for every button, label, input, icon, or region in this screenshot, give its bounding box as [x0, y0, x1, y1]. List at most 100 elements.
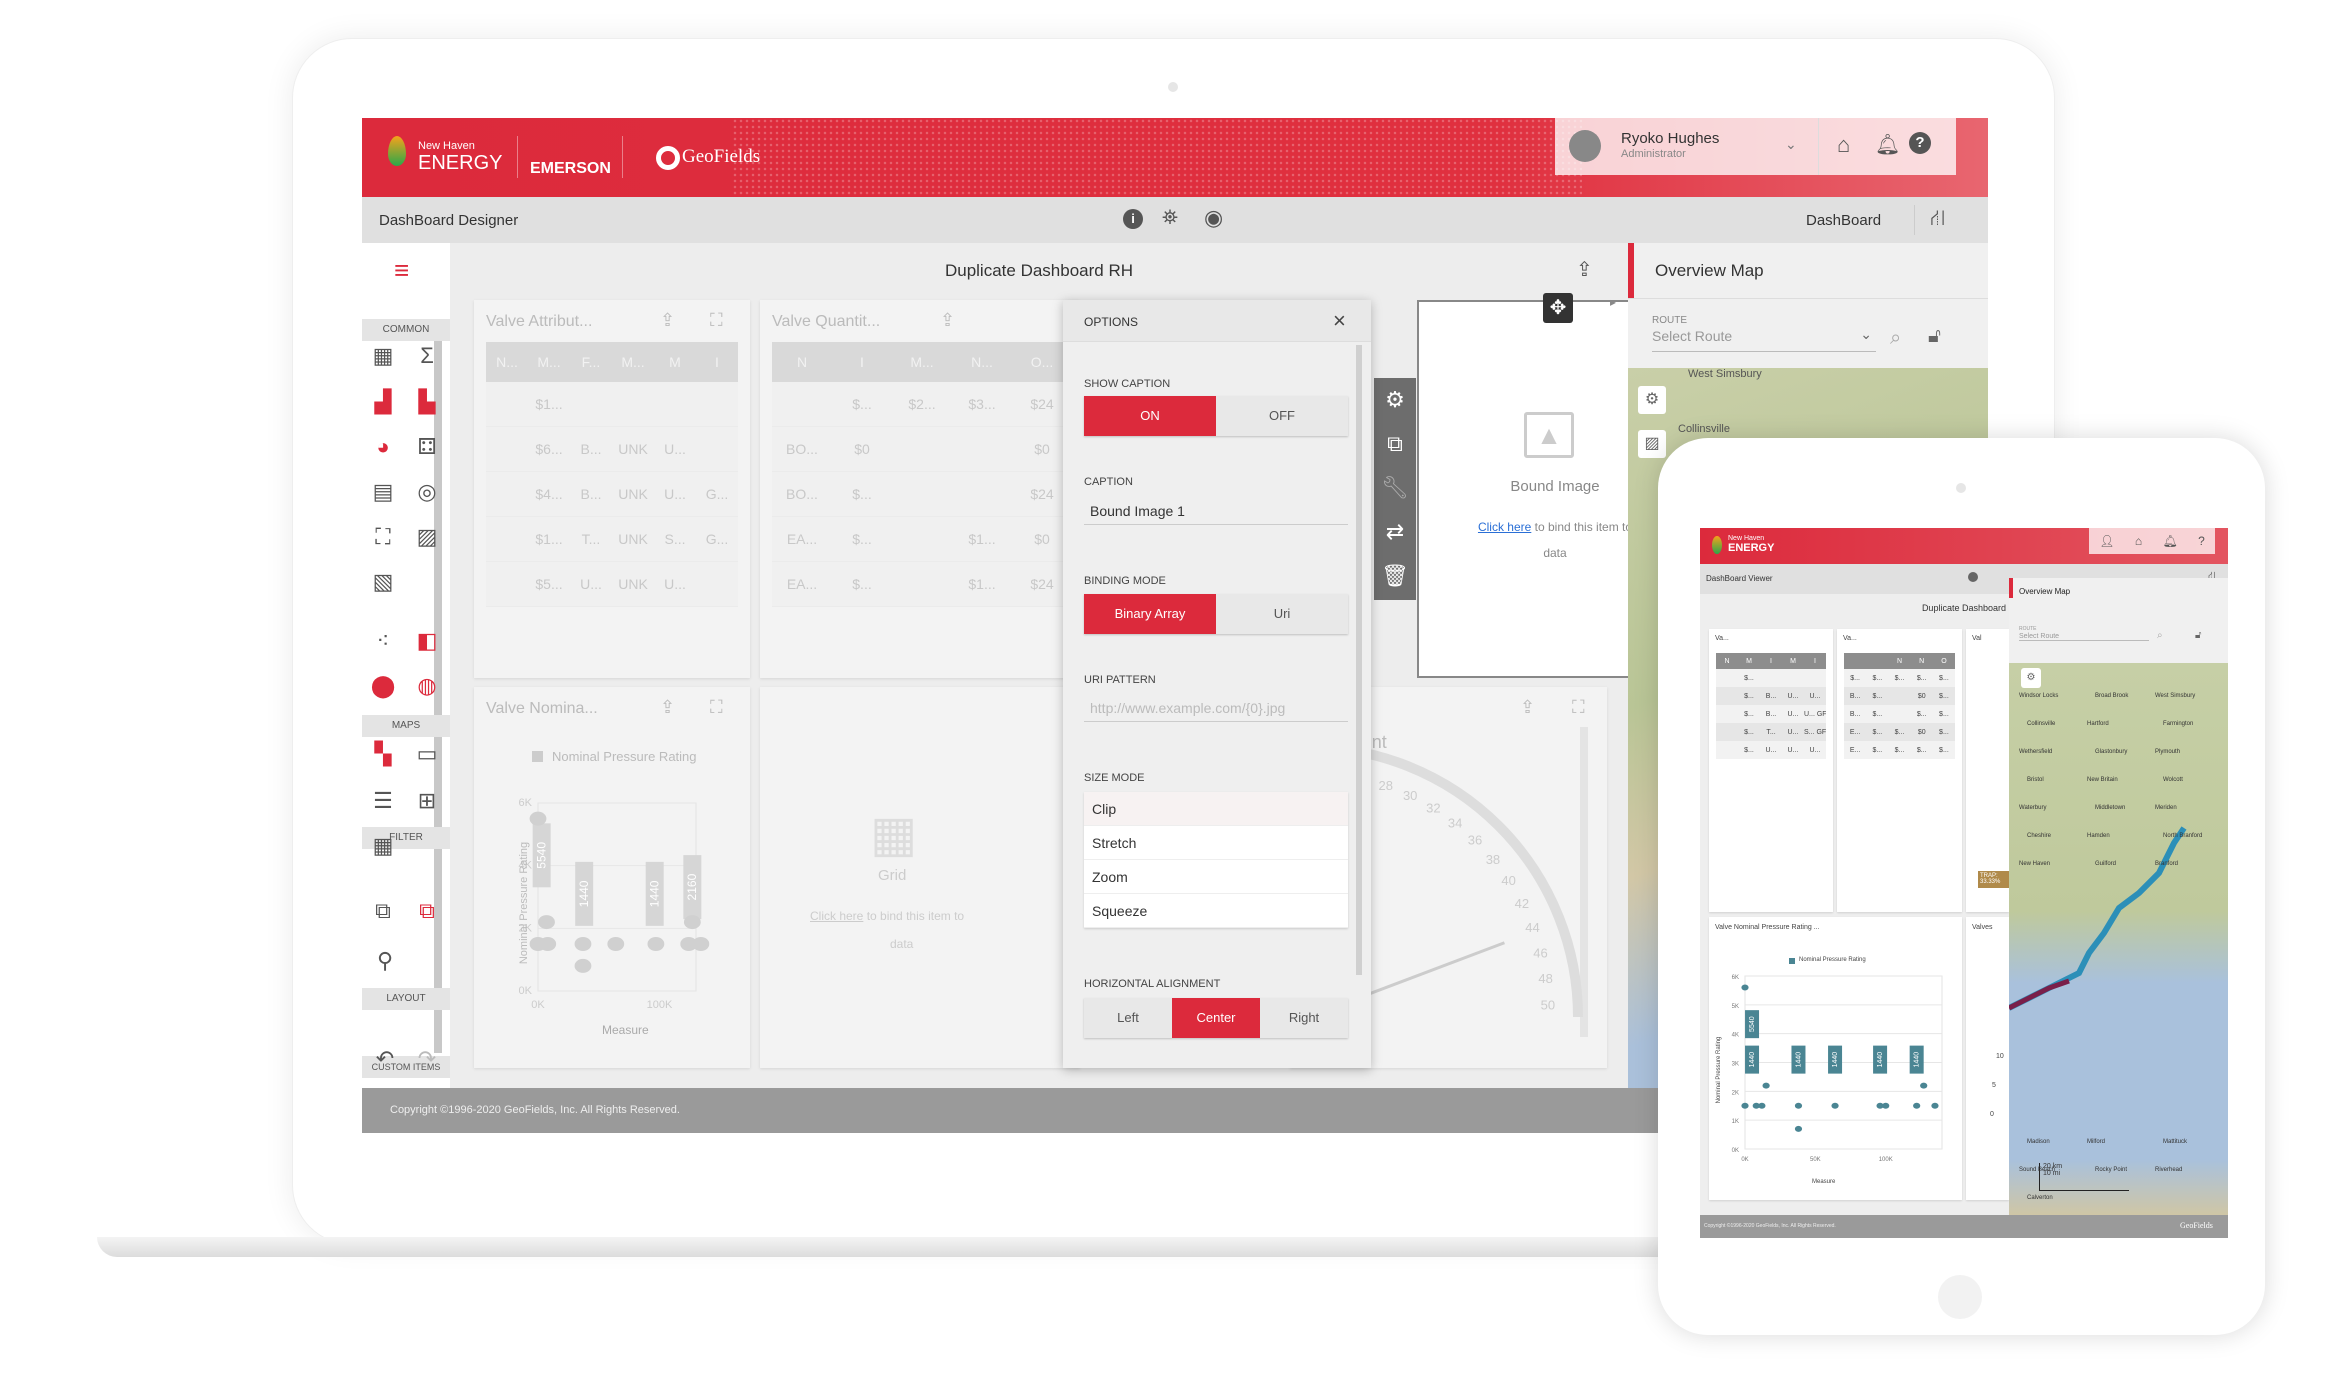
combo-box-icon[interactable]: ▭ [414, 741, 440, 767]
bound-image-icon[interactable]: ▧ [370, 569, 396, 595]
home-icon[interactable]: ⌂ [1837, 132, 1850, 158]
caption-input[interactable]: Bound Image 1 [1084, 495, 1348, 525]
card-icon[interactable]: ▤ [370, 479, 396, 505]
undo-icon[interactable]: ↶ [372, 1046, 398, 1072]
size-option-zoom[interactable]: Zoom [1084, 860, 1348, 894]
swap-icon[interactable]: ⇄ [1374, 510, 1416, 554]
trash-icon[interactable]: 🗑︎ [1374, 554, 1416, 598]
table-cell: U... [1787, 746, 1799, 754]
export-icon[interactable]: ⇪ [660, 697, 675, 718]
unlock-icon[interactable]: 🔓︎ [1928, 325, 1941, 348]
bell-icon[interactable]: 🔔︎ [2162, 534, 2177, 548]
sigma-icon[interactable]: Σ [414, 343, 440, 369]
maximize-icon[interactable]: ⛶ [710, 310, 723, 331]
wrench-icon[interactable]: 🔧︎ [1374, 466, 1416, 510]
info-icon[interactable]: i [1123, 209, 1143, 229]
user-menu[interactable]: Ryoko Hughes Administrator ⌄ [1555, 118, 1818, 175]
export-icon[interactable]: ⇪ [940, 310, 955, 331]
move-handle-icon[interactable]: ✥ [1543, 293, 1573, 323]
maximize-icon[interactable]: ⛶ [710, 697, 723, 718]
tab-container-icon[interactable]: ⧉ [414, 898, 440, 924]
bar-chart-icon[interactable]: ▟ [370, 389, 396, 415]
help-icon[interactable]: ? [1909, 132, 1931, 154]
hierarchy-icon[interactable]: ⛙ [1930, 205, 1945, 234]
scatter-icon[interactable]: ⚃ [414, 434, 440, 460]
info-icon[interactable] [1968, 572, 1978, 582]
tablet-partial-panel[interactable]: Val TRAP: 33.33% [1966, 629, 2018, 912]
pie-map-icon[interactable]: ◍ [414, 673, 440, 699]
chevron-down-icon[interactable]: ⌄ [1785, 136, 1797, 153]
image-icon[interactable]: ▨ [414, 524, 440, 550]
map-settings-icon[interactable]: ⚙ [1638, 386, 1666, 414]
map-marker-icon[interactable]: ⚲ [372, 948, 398, 974]
shape-map-icon[interactable]: ◧ [414, 628, 440, 654]
table-cell: $... [852, 486, 872, 502]
tablet-table-panel[interactable]: Va... N N O $... $... $... $... $... B... $... $0 $… [1837, 629, 1962, 912]
export-icon[interactable]: ⇪ [660, 310, 675, 331]
bind-link[interactable]: Click here [1478, 520, 1531, 534]
grid-panel[interactable]: ▦ Grid Click here to bind this item to d… [760, 687, 1080, 1068]
size-option-squeeze[interactable]: Squeeze [1084, 894, 1348, 928]
size-option-clip[interactable]: Clip [1084, 792, 1348, 826]
map-pin-icon[interactable]: ⛯ [1162, 207, 1178, 230]
column-header: M [1790, 657, 1796, 665]
options-scrollbar[interactable] [1356, 345, 1362, 975]
uri-pattern-input[interactable]: http://www.example.com/{0}.jpg [1084, 692, 1348, 722]
bubble-map-icon[interactable]: ⬤ [370, 673, 396, 699]
tablet-valves-panel[interactable]: Valves 10 5 0 [1966, 917, 2009, 1200]
bind-link[interactable]: Click here [810, 909, 863, 923]
dashboard-link[interactable]: DashBoard [1806, 212, 1881, 229]
table-cell: $4... [535, 486, 563, 502]
off-button[interactable]: OFF [1216, 396, 1348, 436]
group-icon[interactable]: ⧉ [370, 898, 396, 924]
export-icon[interactable]: ⇪ [1576, 257, 1593, 282]
tablet-table-panel[interactable]: Va... N M I M I $... $... B... U... U... $... B... U… [1709, 629, 1833, 912]
close-icon[interactable]: × [1333, 308, 1346, 334]
table-row: $1... T... UNK S... G... [486, 517, 738, 562]
data-grid: N... M... F... M... M I $1... $6... B... UNK U... $… [486, 342, 738, 607]
tree-view-icon[interactable]: ⊞ [414, 788, 440, 814]
convert-icon[interactable]: ⧉ [1374, 422, 1416, 466]
size-option-stretch[interactable]: Stretch [1084, 826, 1348, 860]
home-icon[interactable]: ⌂ [2135, 534, 2142, 548]
left-button[interactable]: Left [1084, 998, 1172, 1038]
center-button[interactable]: Center [1172, 998, 1260, 1038]
route-select[interactable]: Select Route ⌄ [1652, 326, 1876, 352]
point-map-icon[interactable]: ⁖ [370, 628, 396, 654]
zoom-route-icon[interactable]: ⌕ [2157, 630, 2163, 641]
valve-nominal-panel[interactable]: 6K 4K 2K 0K 0K 100K 5540 1440 1440 2160 Valve Nom… [474, 687, 750, 1068]
y-tick-label: 6K [519, 797, 533, 809]
settings-gear-icon[interactable]: ⚙ [1374, 378, 1416, 422]
text-box-icon[interactable]: ⛶ [370, 524, 396, 550]
layers-icon[interactable]: ▨ [1638, 430, 1666, 458]
tablet-map-view[interactable]: ⚙ 20 km 10 mi Windsor Locks Broad Brook Wes… [2009, 663, 2228, 1215]
bell-icon[interactable]: 🔔︎ [1875, 132, 1900, 157]
list-box-icon[interactable]: ☰ [370, 788, 396, 814]
unlock-icon[interactable]: 🔓︎ [2195, 630, 2201, 641]
on-button[interactable]: ON [1084, 396, 1216, 436]
valve-quantity-panel[interactable]: Valve Quantit... ⇪ N I M... N... O... $... $2.… [760, 300, 1080, 678]
collapse-arrow-icon[interactable]: ▸ [1610, 295, 1616, 309]
help-icon[interactable]: ? [2198, 534, 2205, 548]
table-cell: E... [1849, 728, 1861, 736]
binary-array-button[interactable]: Binary Array [1084, 594, 1216, 634]
eye-icon[interactable]: ◉ [1204, 205, 1223, 231]
gauge-icon[interactable]: ◎ [414, 479, 440, 505]
hamburger-menu-icon[interactable]: ≡ [394, 255, 409, 286]
user-icon[interactable]: 👤︎ [2099, 534, 2114, 548]
copyright: Copyright ©1996-2020 GeoFields, Inc. All… [1704, 1223, 1836, 1229]
table-cell: $... [1872, 674, 1883, 682]
uri-button[interactable]: Uri [1216, 594, 1348, 634]
treemap-icon[interactable]: ▙ [414, 389, 440, 415]
right-button[interactable]: Right [1260, 998, 1348, 1038]
tablet-chart-panel[interactable]: 6K 5K 4K 3K 2K 1K 0K 0K 50K 100K 5540 1440 1440 1440 1… [1709, 917, 1962, 1200]
range-filter-icon[interactable]: ▚ [370, 741, 396, 767]
grid-placeholder-icon: ▦ [870, 806, 918, 862]
route-select[interactable]: Select Route [2019, 633, 2149, 641]
pie-chart-icon[interactable]: ◕ [370, 434, 396, 460]
redo-icon[interactable]: ↷ [414, 1046, 440, 1072]
table-grid-icon[interactable]: ▦ [370, 343, 396, 369]
zoom-route-icon[interactable]: ⌕ [1890, 327, 1901, 350]
date-filter-icon[interactable]: ▦ [370, 833, 396, 859]
valve-attributes-panel[interactable]: Valve Attribut... ⇪ ⛶ N... M... F... M... M I… [474, 300, 750, 678]
